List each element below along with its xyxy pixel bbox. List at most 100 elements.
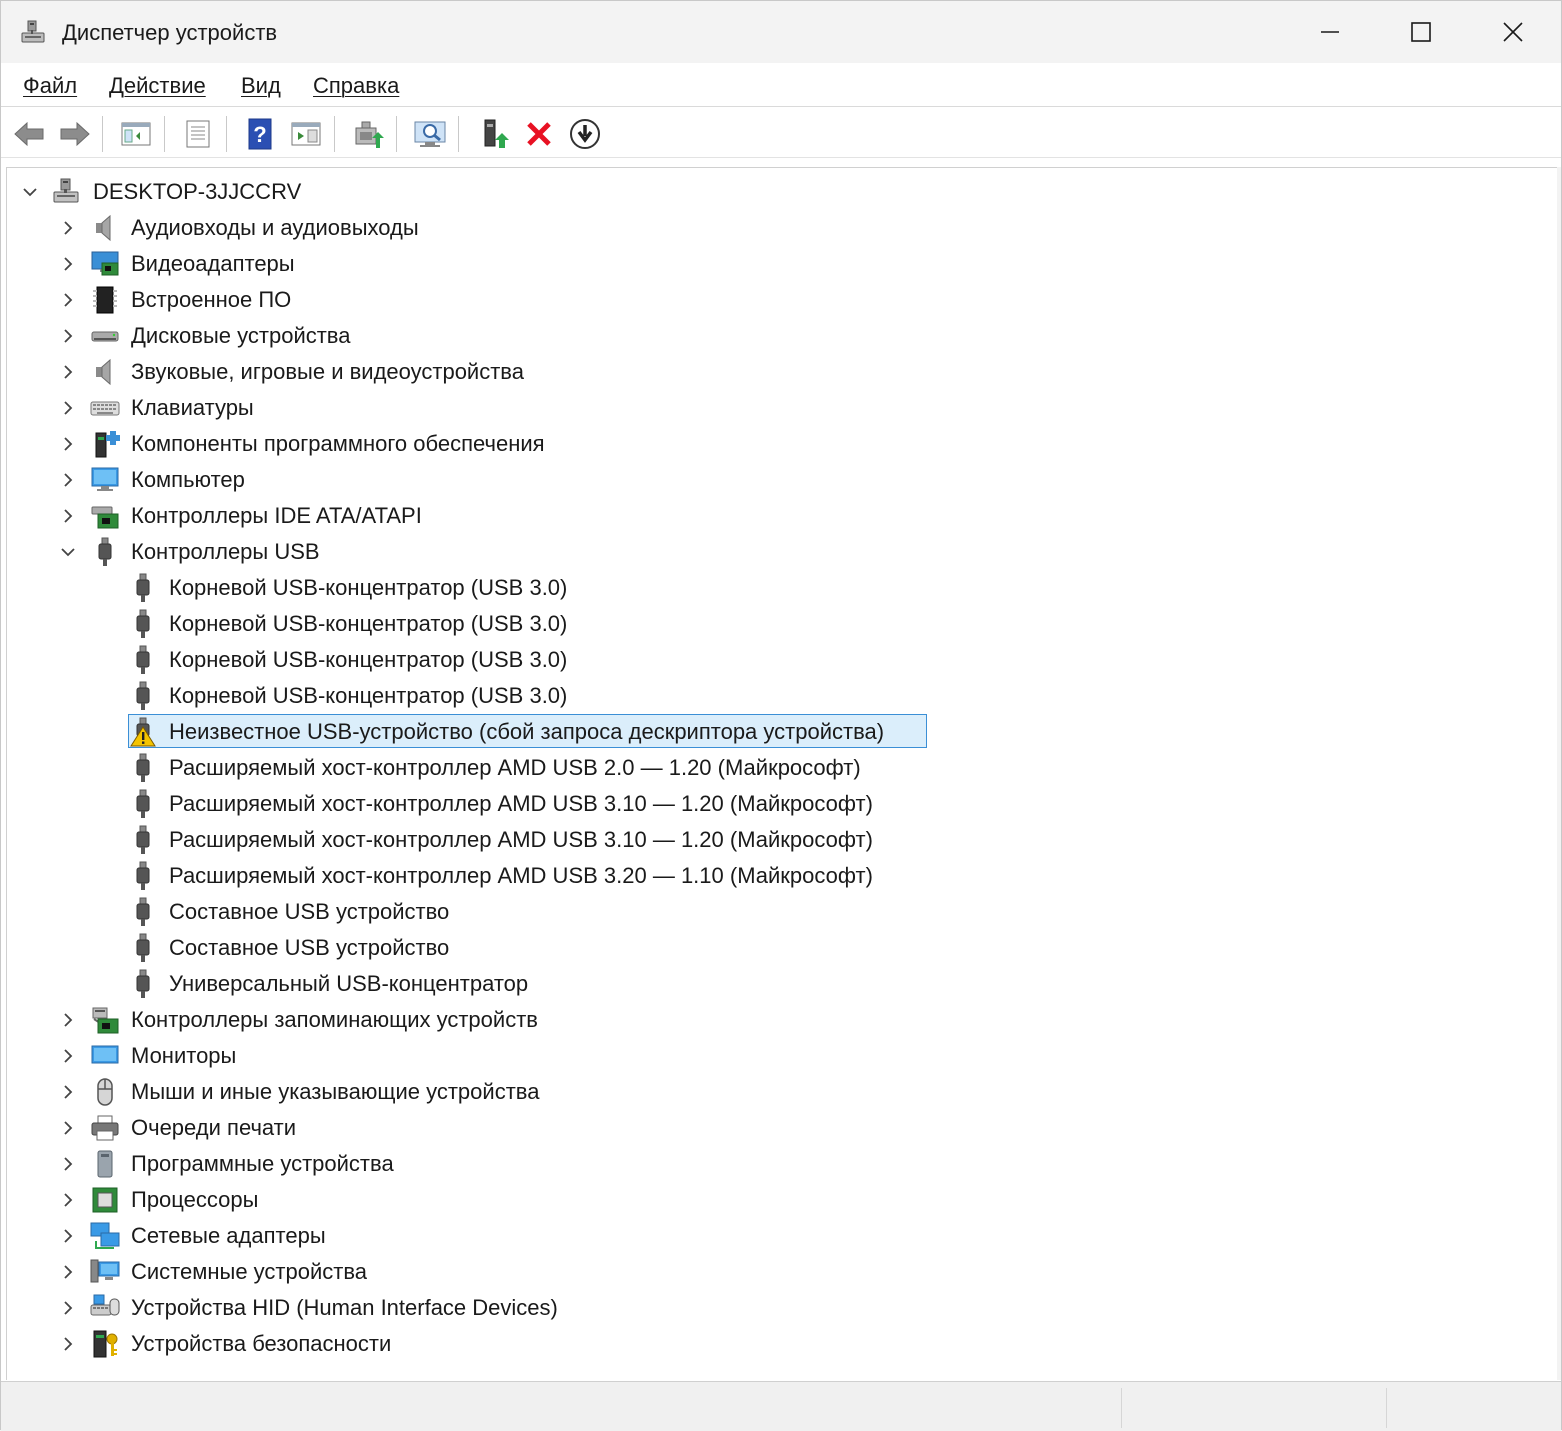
tree-device-usb[interactable]: Составное USB устройство bbox=[7, 894, 1547, 930]
chevron-right-icon[interactable] bbox=[57, 1189, 79, 1211]
chevron-right-icon[interactable] bbox=[57, 1009, 79, 1031]
tree-item-label: Контроллеры USB bbox=[131, 539, 320, 564]
chevron-right-icon[interactable] bbox=[57, 1153, 79, 1175]
tree-device-usb[interactable]: Составное USB устройство bbox=[7, 930, 1547, 966]
chevron-right-icon[interactable] bbox=[57, 253, 79, 275]
minimize-button[interactable] bbox=[1284, 1, 1376, 63]
tree-item-label: Устройства HID (Human Interface Devices) bbox=[131, 1295, 558, 1320]
tree-device-usb[interactable]: Расширяемый хост-контроллер AMD USB 3.20… bbox=[7, 858, 1547, 894]
forward-arrow-icon bbox=[60, 121, 90, 147]
tree-category[interactable]: Процессоры bbox=[7, 1182, 1547, 1218]
chevron-right-icon[interactable] bbox=[57, 433, 79, 455]
chevron-down-icon[interactable] bbox=[19, 181, 41, 203]
tree-item-label: Звуковые, игровые и видеоустройства bbox=[131, 359, 524, 384]
tree-device-usb[interactable]: Корневой USB-концентратор (USB 3.0) bbox=[7, 678, 1547, 714]
tree-category[interactable]: Контроллеры запоминающих устройств bbox=[7, 1002, 1547, 1038]
back-button[interactable] bbox=[11, 116, 47, 152]
usb-warning-icon bbox=[128, 717, 158, 747]
tree-category[interactable]: Видеоадаптеры bbox=[7, 246, 1547, 282]
tree-category[interactable]: Звуковые, игровые и видеоустройства bbox=[7, 354, 1547, 390]
tree-device-usb[interactable]: Корневой USB-концентратор (USB 3.0) bbox=[7, 642, 1547, 678]
chevron-right-icon[interactable] bbox=[57, 1225, 79, 1247]
title-bar[interactable]: Диспетчер устройств bbox=[1, 1, 1561, 63]
tree-category[interactable]: Компьютер bbox=[7, 462, 1547, 498]
uninstall-device-button[interactable] bbox=[521, 116, 557, 152]
tree-item-label: Очереди печати bbox=[131, 1115, 297, 1140]
tree-item-label: Корневой USB-концентратор (USB 3.0) bbox=[169, 611, 568, 636]
update-driver-button[interactable] bbox=[350, 116, 386, 152]
toolbar-separator bbox=[226, 116, 227, 152]
tree-device-usb[interactable]: Корневой USB-концентратор (USB 3.0) bbox=[7, 606, 1547, 642]
device-manager-window: Диспетчер устройств Файл Действие Вид Сп… bbox=[0, 0, 1562, 1431]
help-icon: ? bbox=[248, 118, 272, 150]
enable-device-button[interactable] bbox=[477, 116, 513, 152]
chevron-right-icon[interactable] bbox=[57, 505, 79, 527]
tree-device-usb[interactable]: Универсальный USB-концентратор bbox=[7, 966, 1547, 1002]
scan-hardware-button[interactable] bbox=[412, 116, 448, 152]
chevron-right-icon[interactable] bbox=[57, 361, 79, 383]
action-pane-button[interactable] bbox=[288, 116, 324, 152]
chevron-down-icon[interactable] bbox=[57, 541, 79, 563]
software-device-icon bbox=[90, 1149, 120, 1179]
show-hide-console-tree-button[interactable] bbox=[118, 116, 154, 152]
tree-item-label: Дисковые устройства bbox=[131, 323, 351, 348]
tree-category[interactable]: Дисковые устройства bbox=[7, 318, 1547, 354]
chevron-right-icon[interactable] bbox=[57, 1081, 79, 1103]
download-driver-button[interactable] bbox=[567, 116, 603, 152]
tree-device-unknown-usb[interactable]: Неизвестное USB-устройство (сбой запроса… bbox=[7, 714, 1547, 750]
properties-button[interactable] bbox=[180, 116, 216, 152]
tree-device-usb[interactable]: Корневой USB-концентратор (USB 3.0) bbox=[7, 570, 1547, 606]
menu-view[interactable]: Вид bbox=[241, 73, 281, 99]
chevron-right-icon[interactable] bbox=[57, 289, 79, 311]
tree-category[interactable]: Компоненты программного обеспечения bbox=[7, 426, 1547, 462]
tree-item-label: Клавиатуры bbox=[131, 395, 254, 420]
tree-item-label: Расширяемый хост-контроллер AMD USB 3.20… bbox=[169, 863, 873, 888]
menu-help[interactable]: Справка bbox=[313, 73, 399, 99]
tree-category[interactable]: Мыши и иные указывающие устройства bbox=[7, 1074, 1547, 1110]
forward-button[interactable] bbox=[57, 116, 93, 152]
tree-category-usb-controllers[interactable]: Контроллеры USB bbox=[7, 534, 1547, 570]
window-title: Диспетчер устройств bbox=[62, 20, 278, 45]
chevron-right-icon[interactable] bbox=[57, 217, 79, 239]
tree-item-label: Компьютер bbox=[131, 467, 245, 492]
chevron-right-icon[interactable] bbox=[57, 1261, 79, 1283]
tree-category[interactable]: Мониторы bbox=[7, 1038, 1547, 1074]
printer-icon bbox=[90, 1113, 120, 1143]
tree-category[interactable]: Очереди печати bbox=[7, 1110, 1547, 1146]
tree-category[interactable]: Сетевые адаптеры bbox=[7, 1218, 1547, 1254]
tree-category[interactable]: Устройства безопасности bbox=[7, 1326, 1547, 1362]
tree-category[interactable]: Программные устройства bbox=[7, 1146, 1547, 1182]
tree-category[interactable]: Устройства HID (Human Interface Devices) bbox=[7, 1290, 1547, 1326]
device-tree[interactable]: DESKTOP-3JJCCRV Аудиовходы и аудиовыходы В… bbox=[6, 167, 1558, 1380]
maximize-button[interactable] bbox=[1375, 1, 1467, 63]
chevron-right-icon[interactable] bbox=[57, 1117, 79, 1139]
chevron-right-icon[interactable] bbox=[57, 325, 79, 347]
menu-file[interactable]: Файл bbox=[23, 73, 77, 99]
tree-device-usb[interactable]: Расширяемый хост-контроллер AMD USB 2.0 … bbox=[7, 750, 1547, 786]
tree-item-label: Корневой USB-концентратор (USB 3.0) bbox=[169, 575, 568, 600]
tree-category[interactable]: Контроллеры IDE ATA/ATAPI bbox=[7, 498, 1547, 534]
tree-root-computer[interactable]: DESKTOP-3JJCCRV bbox=[7, 174, 1547, 210]
tree-category[interactable]: Встроенное ПО bbox=[7, 282, 1547, 318]
help-button[interactable]: ? bbox=[242, 116, 278, 152]
usb-plug-icon bbox=[128, 681, 158, 711]
tree-category[interactable]: Системные устройства bbox=[7, 1254, 1547, 1290]
tree-category[interactable]: Клавиатуры bbox=[7, 390, 1547, 426]
tree-device-usb[interactable]: Расширяемый хост-контроллер AMD USB 3.10… bbox=[7, 822, 1547, 858]
tree-item-label: Аудиовходы и аудиовыходы bbox=[131, 215, 419, 240]
scrollbar-track[interactable] bbox=[1557, 167, 1561, 1380]
chevron-right-icon[interactable] bbox=[57, 1045, 79, 1067]
chevron-right-icon[interactable] bbox=[57, 397, 79, 419]
storage-controller-icon bbox=[90, 1005, 120, 1035]
menu-action[interactable]: Действие bbox=[109, 73, 206, 99]
tree-device-usb[interactable]: Расширяемый хост-контроллер AMD USB 3.10… bbox=[7, 786, 1547, 822]
tree-item-label: Встроенное ПО bbox=[131, 287, 292, 312]
close-button[interactable] bbox=[1467, 1, 1559, 63]
chevron-right-icon[interactable] bbox=[57, 1333, 79, 1355]
chevron-right-icon[interactable] bbox=[57, 469, 79, 491]
tree-category[interactable]: Аудиовходы и аудиовыходы bbox=[7, 210, 1547, 246]
firmware-chip-icon bbox=[90, 285, 120, 315]
tree-item-label: Расширяемый хост-контроллер AMD USB 3.10… bbox=[169, 791, 873, 816]
tree-item-label: Корневой USB-концентратор (USB 3.0) bbox=[169, 683, 568, 708]
chevron-right-icon[interactable] bbox=[57, 1297, 79, 1319]
